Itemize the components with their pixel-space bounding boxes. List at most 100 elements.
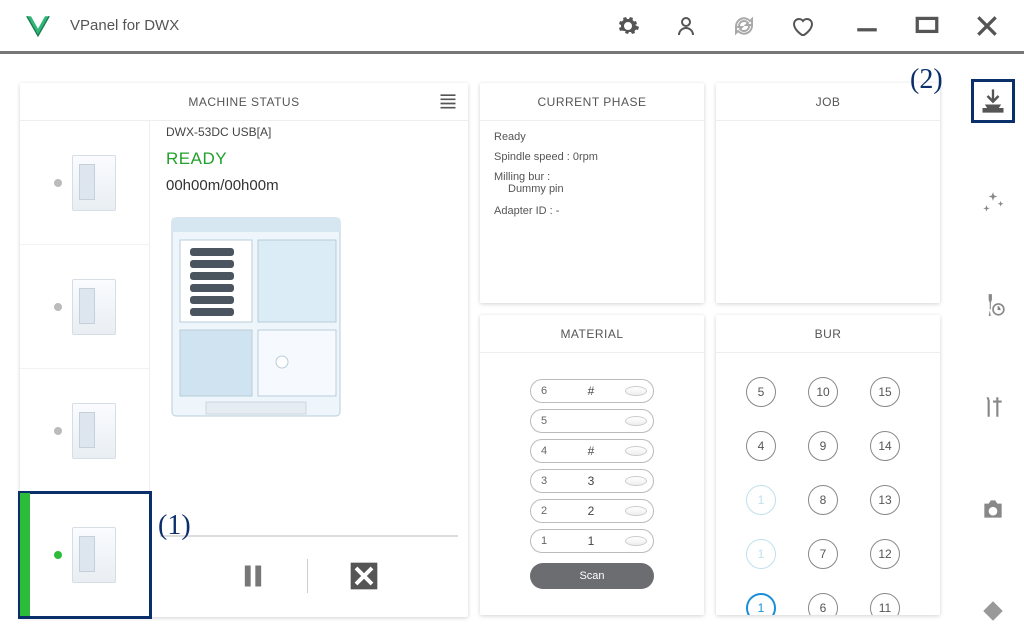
bur-slot[interactable]: 6 [808, 593, 838, 615]
phase-ready: Ready [494, 131, 690, 143]
app-title: VPanel for DWX [70, 17, 179, 34]
bur-card: BUR 5 10 15 4 9 14 1 8 13 1 7 12 1 6 11 [716, 315, 940, 615]
material-list: 1122334#56# [494, 363, 690, 553]
material-body: 1122334#56# Scan [480, 353, 704, 615]
status-dot [54, 551, 62, 559]
phase-adapter: Adapter ID : - [494, 205, 690, 217]
app-logo [24, 12, 52, 40]
bur-slot[interactable]: 13 [870, 485, 900, 515]
machine-item-4[interactable] [20, 493, 150, 617]
pause-icon[interactable] [239, 562, 267, 590]
machine-thumb [72, 279, 116, 335]
bur-slot[interactable]: 14 [870, 431, 900, 461]
material-slot: 2 [531, 505, 557, 517]
current-phase-body: Ready Spindle speed : 0rpm Milling bur :… [480, 121, 704, 303]
material-slot: 6 [531, 385, 557, 397]
material-slot: 4 [531, 445, 557, 457]
machine-item-1[interactable] [20, 121, 150, 245]
material-slot: 5 [531, 415, 557, 427]
cards-area: MACHINE STATUS DWX-53DC USB[A] READY 00h… [0, 57, 962, 637]
scan-button[interactable]: Scan [530, 563, 654, 589]
maximize-icon[interactable] [914, 13, 940, 39]
rail-diamond-button[interactable] [971, 589, 1015, 633]
refresh-icon[interactable] [732, 14, 756, 38]
device-state: READY [166, 149, 468, 169]
material-row[interactable]: 22 [530, 499, 654, 523]
window-controls [854, 13, 1000, 39]
material-row[interactable]: 33 [530, 469, 654, 493]
bur-body: 5 10 15 4 9 14 1 8 13 1 7 12 1 6 11 [716, 353, 940, 615]
material-value: # [557, 384, 625, 398]
bur-grid: 5 10 15 4 9 14 1 8 13 1 7 12 1 6 11 [730, 363, 926, 615]
stop-icon[interactable] [348, 560, 380, 592]
rail-clean-button[interactable] [971, 181, 1015, 225]
disc-icon [625, 536, 647, 546]
close-icon[interactable] [974, 13, 1000, 39]
rail-bur-timer-button[interactable] [971, 283, 1015, 327]
phase-bur-label: Milling bur : [494, 171, 690, 183]
machine-item-2[interactable] [20, 245, 150, 369]
material-value: 3 [557, 474, 625, 488]
disc-icon [625, 506, 647, 516]
bur-slot[interactable]: 12 [870, 539, 900, 569]
titlebar-actions [616, 14, 814, 38]
material-row[interactable]: 6# [530, 379, 654, 403]
titlebar: VPanel for DWX [0, 0, 1024, 54]
playback-controls [160, 535, 458, 593]
material-slot: 1 [531, 535, 557, 547]
user-icon[interactable] [674, 14, 698, 38]
rail-tools-button[interactable] [971, 385, 1015, 429]
heart-icon[interactable] [790, 14, 814, 38]
bur-slot[interactable]: 1 [746, 485, 776, 515]
machine-list [20, 83, 150, 617]
bur-slot[interactable]: 1 [746, 539, 776, 569]
status-dot [54, 427, 62, 435]
job-card: JOB [716, 83, 940, 303]
phase-bur-value: Dummy pin [508, 183, 690, 195]
gear-icon[interactable] [616, 14, 640, 38]
status-dot [54, 179, 62, 187]
machine-thumb [72, 155, 116, 211]
machine-item-3[interactable] [20, 369, 150, 493]
minimize-icon[interactable] [854, 13, 880, 39]
material-header: MATERIAL [480, 315, 704, 353]
content: MACHINE STATUS DWX-53DC USB[A] READY 00h… [0, 57, 1024, 637]
material-row[interactable]: 4# [530, 439, 654, 463]
bur-slot[interactable]: 11 [870, 593, 900, 615]
bur-slot[interactable]: 10 [808, 377, 838, 407]
bur-slot[interactable]: 5 [746, 377, 776, 407]
bur-slot[interactable]: 7 [808, 539, 838, 569]
right-rail [962, 57, 1024, 637]
material-value: 1 [557, 534, 625, 548]
job-header: JOB [716, 83, 940, 121]
rail-camera-button[interactable] [971, 487, 1015, 531]
machine-illustration [166, 212, 346, 422]
disc-icon [625, 416, 647, 426]
machine-thumb [72, 527, 116, 583]
material-row[interactable]: 11 [530, 529, 654, 553]
rail-output-button[interactable] [971, 79, 1015, 123]
machine-status-card: MACHINE STATUS DWX-53DC USB[A] READY 00h… [20, 83, 468, 617]
bur-slot[interactable]: 9 [808, 431, 838, 461]
current-phase-card: CURRENT PHASE Ready Spindle speed : 0rpm… [480, 83, 704, 303]
disc-icon [625, 386, 647, 396]
device-time: 00h00m/00h00m [166, 177, 468, 194]
phase-spindle: Spindle speed : 0rpm [494, 151, 690, 163]
disc-icon [625, 446, 647, 456]
bur-slot[interactable]: 15 [870, 377, 900, 407]
separator [307, 559, 308, 593]
job-body [716, 121, 940, 303]
material-row[interactable]: 5 [530, 409, 654, 433]
device-name: DWX-53DC USB[A] [166, 125, 468, 139]
machine-thumb [72, 403, 116, 459]
bur-slot[interactable]: 4 [746, 431, 776, 461]
disc-icon [625, 476, 647, 486]
material-card: MATERIAL 1122334#56# Scan [480, 315, 704, 615]
material-value: 2 [557, 504, 625, 518]
bur-header: BUR [716, 315, 940, 353]
material-value: # [557, 444, 625, 458]
current-phase-header: CURRENT PHASE [480, 83, 704, 121]
status-dot [54, 303, 62, 311]
bur-slot[interactable]: 8 [808, 485, 838, 515]
bur-slot[interactable]: 1 [746, 593, 776, 615]
